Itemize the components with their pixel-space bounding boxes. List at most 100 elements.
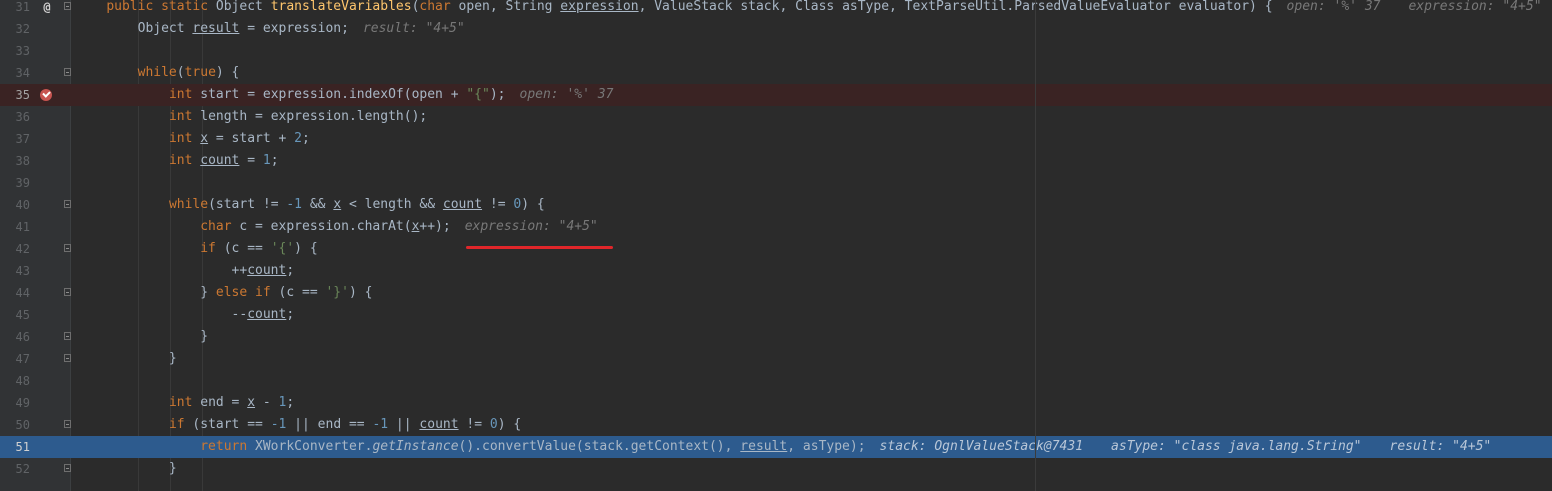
code-token: int (168, 87, 201, 102)
breakpoint-line[interactable]: 35 int start = expression.indexOf(open +… (0, 84, 1552, 106)
code-token: 2 (294, 131, 302, 146)
line-number[interactable]: 51 (0, 436, 30, 458)
code-token: ) { (521, 197, 545, 212)
right-margin-guide (1035, 0, 1036, 491)
code-line[interactable]: 36 int length = expression.length(); (0, 106, 1552, 128)
line-number[interactable]: 33 (0, 40, 30, 62)
code-token: , asType); (787, 439, 866, 454)
code-line[interactable]: 42 if (c == '{') { (0, 238, 1552, 260)
fold-toggle-icon[interactable] (64, 244, 71, 252)
code-token: -- (106, 307, 248, 322)
code-token: ; (302, 131, 310, 146)
line-number[interactable]: 52 (0, 458, 30, 480)
code-line[interactable]: 34 while(true) { (0, 62, 1552, 84)
line-number[interactable]: 50 (0, 414, 30, 436)
fold-toggle-icon[interactable] (64, 420, 71, 428)
inline-debug-value[interactable]: result: "4+5" (363, 21, 465, 36)
code-token: ( (176, 65, 185, 80)
line-number[interactable]: 46 (0, 326, 30, 348)
code-editor[interactable]: 31 @ public static Object translateVariab… (0, 0, 1552, 491)
line-number[interactable]: 35 (0, 84, 30, 106)
code-text: public static Object translateVariables(… (75, 0, 1541, 18)
fold-toggle-icon[interactable] (64, 68, 71, 76)
code-line[interactable]: 33 (0, 40, 1552, 62)
line-number[interactable]: 38 (0, 150, 30, 172)
line-number[interactable]: 44 (0, 282, 30, 304)
code-line[interactable]: 38 int count = 1; (0, 150, 1552, 172)
code-token: x (200, 131, 209, 146)
code-text: if (start == -1 || end == -1 || count !=… (75, 414, 521, 436)
code-token: -1 (372, 417, 389, 432)
line-number[interactable]: 32 (0, 18, 30, 40)
code-token: ) { (497, 417, 522, 432)
fold-toggle-icon[interactable] (64, 354, 71, 362)
code-line[interactable]: 45 --count; (0, 304, 1552, 326)
code-token: char (419, 0, 459, 14)
line-number[interactable]: 47 (0, 348, 30, 370)
code-token: ) { (348, 285, 373, 300)
line-number[interactable]: 40 (0, 194, 30, 216)
line-number[interactable]: 37 (0, 128, 30, 150)
code-line[interactable]: 52 } (0, 458, 1552, 480)
line-number[interactable]: 36 (0, 106, 30, 128)
breakpoint-icon[interactable] (40, 89, 52, 101)
code-line[interactable]: 40 while(start != -1 && x < length && co… (0, 194, 1552, 216)
code-line[interactable]: 37 int x = start + 2; (0, 128, 1552, 150)
line-number[interactable]: 31 (0, 0, 30, 18)
fold-toggle-icon[interactable] (64, 200, 71, 208)
code-line[interactable]: 41 char c = expression.charAt(x++); expre… (0, 216, 1552, 238)
override-icon[interactable]: @ (40, 0, 54, 18)
code-line[interactable]: 39 (0, 172, 1552, 194)
code-line[interactable]: 46 } (0, 326, 1552, 348)
line-number[interactable]: 41 (0, 216, 30, 238)
code-text: while(true) { (75, 62, 240, 84)
code-token: result (740, 439, 788, 454)
code-token: != (482, 197, 514, 212)
line-number[interactable]: 42 (0, 238, 30, 260)
fold-toggle-icon[interactable] (64, 332, 71, 340)
inline-debug-value[interactable]: asType: "class java.lang.String" (1111, 439, 1361, 454)
code-token: getInstance (372, 439, 459, 454)
code-token: x (247, 395, 256, 410)
code-line[interactable]: 44 } else if (c == '}') { (0, 282, 1552, 304)
code-token: int (168, 153, 201, 168)
code-token: 0 (513, 197, 522, 212)
code-line[interactable]: 48 (0, 370, 1552, 392)
line-number[interactable]: 43 (0, 260, 30, 282)
code-line[interactable]: 32 Object result = expression; result: "4… (0, 18, 1552, 40)
code-token: - (255, 395, 279, 410)
line-number[interactable]: 45 (0, 304, 30, 326)
code-text: int x = start + 2; (75, 128, 310, 150)
code-line[interactable]: 31 @ public static Object translateVariab… (0, 0, 1552, 18)
inline-debug-value[interactable]: open: '%' 37 (520, 87, 614, 102)
code-token: translateVariables (270, 0, 412, 14)
fold-toggle-icon[interactable] (64, 464, 71, 472)
code-token: = (239, 153, 263, 168)
current-execution-line[interactable]: 51 return XWorkConverter.getInstance().c… (0, 436, 1552, 458)
line-number[interactable]: 49 (0, 392, 30, 414)
inline-debug-value[interactable]: expression: "4+5" (465, 219, 598, 234)
code-token: while (168, 197, 209, 212)
inline-debug-value[interactable]: expression: "4+5" (1408, 0, 1541, 14)
inline-debug-value[interactable]: stack: OgnlValueStack@7431 (880, 439, 1084, 454)
inline-debug-value[interactable]: result: "4+5" (1390, 439, 1492, 454)
code-token: ) { (215, 65, 240, 80)
code-token: ++); (419, 219, 451, 234)
code-token: = expression; (239, 21, 349, 36)
code-line[interactable]: 49 int end = x - 1; (0, 392, 1552, 414)
code-line[interactable]: 43 ++count; (0, 260, 1552, 282)
line-number[interactable]: 48 (0, 370, 30, 392)
code-line[interactable]: 47 } (0, 348, 1552, 370)
code-token: count (442, 197, 483, 212)
inline-debug-value[interactable]: open: '%' 37 (1287, 0, 1381, 14)
fold-toggle-icon[interactable] (64, 2, 71, 10)
code-line[interactable]: 50 if (start == -1 || end == -1 || count… (0, 414, 1552, 436)
code-token: ++ (106, 263, 248, 278)
line-number[interactable]: 34 (0, 62, 30, 84)
line-number[interactable]: 39 (0, 172, 30, 194)
fold-toggle-icon[interactable] (64, 288, 71, 296)
